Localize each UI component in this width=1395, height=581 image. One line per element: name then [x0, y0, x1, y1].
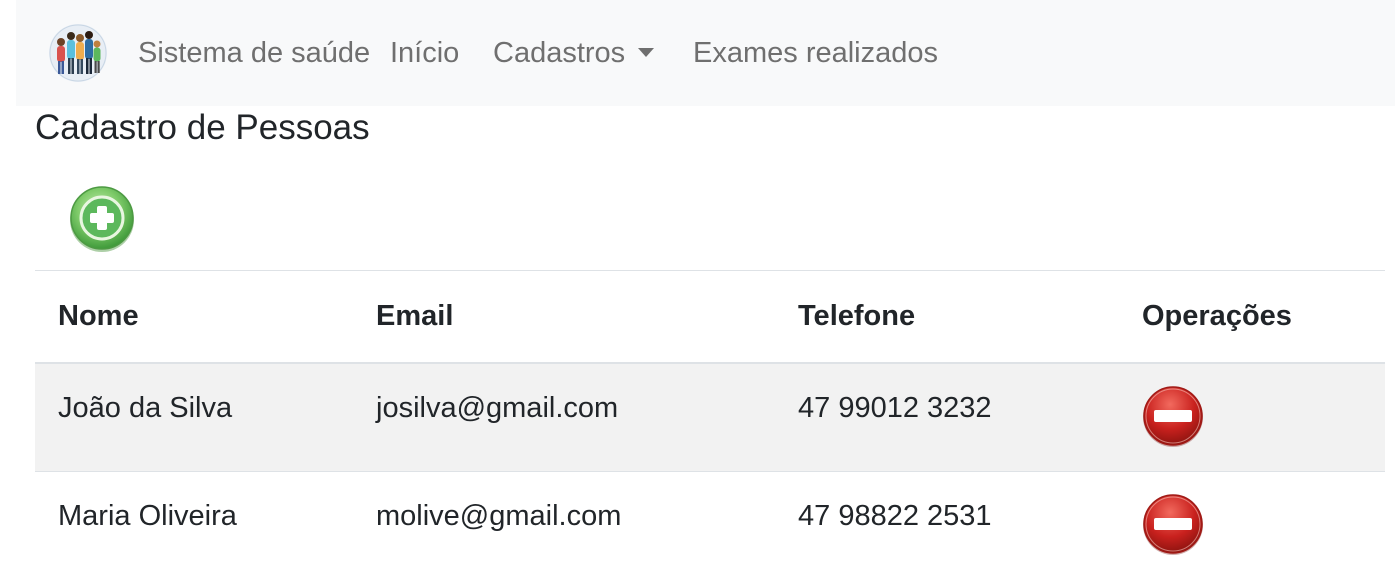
cell-email: josilva@gmail.com — [353, 362, 775, 472]
nav-link-cadastros-label: Cadastros — [493, 37, 626, 69]
add-person-button[interactable] — [68, 185, 136, 253]
cell-operacoes — [1119, 471, 1385, 581]
cell-telefone: 47 98822 2531 — [775, 471, 1119, 581]
people-group-icon[interactable] — [47, 24, 109, 82]
column-header-email: Email — [353, 270, 775, 364]
page-title: Cadastro de Pessoas — [35, 108, 370, 147]
delete-button[interactable] — [1141, 384, 1205, 448]
caret-down-icon — [638, 47, 655, 57]
nav-link-exames-realizados[interactable]: Exames realizados — [693, 34, 938, 72]
table-header-row: Nome Email Telefone Operações — [35, 270, 1385, 364]
nav-link-inicio[interactable]: Início — [390, 34, 459, 72]
red-minus-circle-icon — [1143, 494, 1203, 555]
column-header-operacoes: Operações — [1119, 270, 1385, 364]
red-minus-circle-icon — [1143, 385, 1203, 447]
cell-operacoes — [1119, 362, 1385, 472]
people-table: Nome Email Telefone Operações João da Si… — [35, 270, 1385, 581]
green-plus-circle-icon — [70, 186, 134, 252]
cell-nome: João da Silva — [35, 362, 353, 472]
navbar: Sistema de saúde Início Cadastros Exames… — [16, 0, 1395, 106]
cell-telefone: 47 99012 3232 — [775, 362, 1119, 472]
cell-nome: Maria Oliveira — [35, 471, 353, 581]
column-header-nome: Nome — [35, 270, 353, 364]
table-row: João da Silva josilva@gmail.com 47 99012… — [35, 362, 1385, 472]
column-header-telefone: Telefone — [775, 270, 1119, 364]
brand-text[interactable]: Sistema de saúde — [138, 34, 370, 72]
table-row: Maria Oliveira molive@gmail.com 47 98822… — [35, 471, 1385, 581]
cell-email: molive@gmail.com — [353, 471, 775, 581]
delete-button[interactable] — [1141, 492, 1205, 556]
nav-link-cadastros[interactable]: Cadastros — [493, 34, 655, 72]
